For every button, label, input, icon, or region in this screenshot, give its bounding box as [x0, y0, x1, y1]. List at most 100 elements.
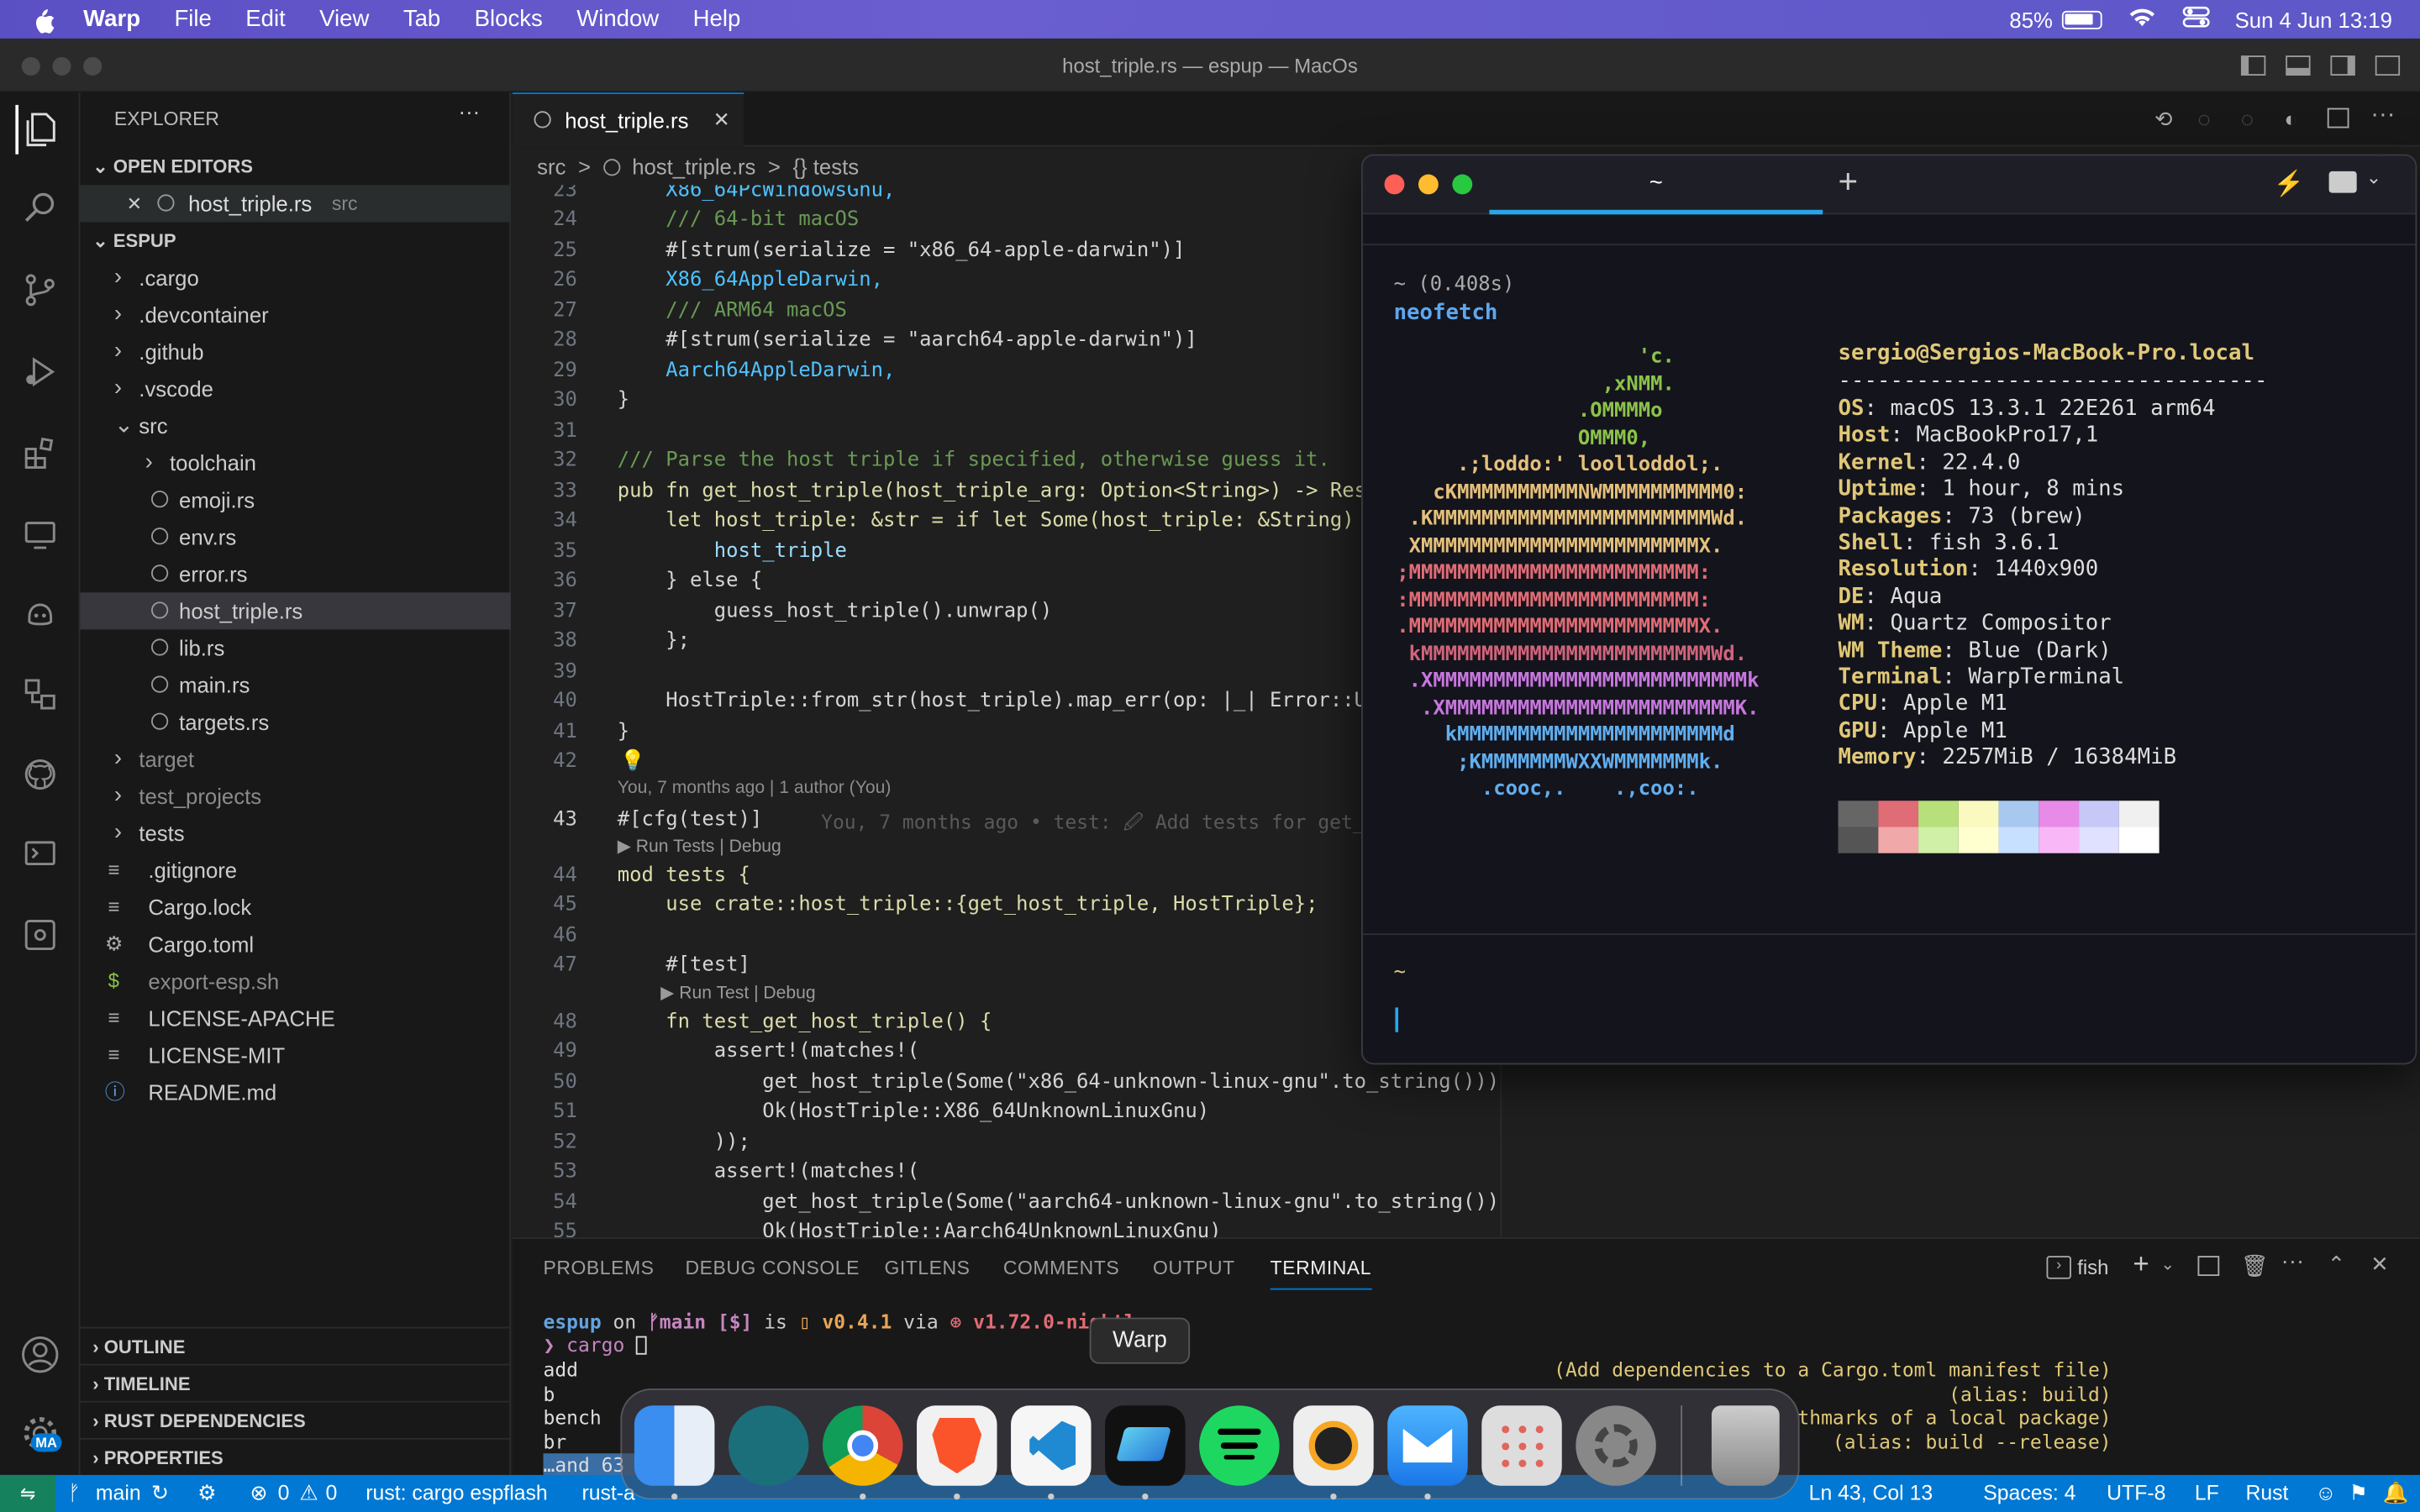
- line-ending[interactable]: LF: [2195, 1475, 2219, 1512]
- mail-icon[interactable]: [1387, 1405, 1468, 1486]
- cursor-position[interactable]: Ln 43, Col 13: [1809, 1475, 1933, 1512]
- warp-new-tab-button[interactable]: +: [1839, 162, 1859, 202]
- errors-icon[interactable]: ⊗: [250, 1475, 268, 1512]
- maximize-panel-icon[interactable]: ⌃: [2328, 1252, 2346, 1278]
- tab-comments[interactable]: COMMENTS: [1003, 1257, 1119, 1279]
- layout-toggle-panel-icon[interactable]: [2286, 55, 2311, 76]
- layout-toggle-secondary-icon[interactable]: [2330, 55, 2355, 76]
- close-window-button[interactable]: [21, 56, 40, 76]
- tree-item-src[interactable]: ⌄ src: [81, 407, 511, 444]
- warp-zoom-button[interactable]: [1452, 174, 1473, 195]
- prev-change-icon[interactable]: ◌: [2198, 107, 2211, 131]
- code-editor[interactable]: 23 X86_64PcWindowsGnu, 24 /// 64-bit macO…: [512, 185, 1501, 1238]
- compare-icon[interactable]: ◐: [2284, 107, 2297, 131]
- tree-item-license-apache[interactable]: ≡ LICENSE-APACHE: [81, 1000, 511, 1037]
- completion-item[interactable]: add: [544, 1357, 683, 1381]
- terminal-shell-name[interactable]: fish: [2077, 1256, 2108, 1279]
- remote-indicator-icon[interactable]: ⇋: [0, 1474, 56, 1512]
- tree-item-test-projects[interactable]: › test_projects: [81, 778, 511, 815]
- git-branch[interactable]: main: [96, 1475, 141, 1512]
- account-icon[interactable]: [15, 1330, 65, 1379]
- control-center-icon[interactable]: [2182, 6, 2210, 32]
- tab-debug-console[interactable]: DEBUG CONSOLE: [686, 1257, 860, 1279]
- timeline-section[interactable]: › TIMELINE: [80, 1363, 511, 1401]
- run-debug-icon[interactable]: [15, 347, 65, 396]
- menu-tab[interactable]: Tab: [403, 6, 440, 32]
- notifications-icon[interactable]: 🔔: [2383, 1475, 2409, 1512]
- tree-item--devcontainer[interactable]: › .devcontainer: [81, 297, 511, 333]
- extensions-icon[interactable]: [15, 429, 65, 479]
- chrome-icon[interactable]: [822, 1405, 903, 1486]
- language-mode[interactable]: Rust: [2245, 1475, 2288, 1512]
- tab-terminal[interactable]: TERMINAL: [1270, 1257, 1372, 1290]
- battery-icon[interactable]: [2061, 9, 2102, 29]
- open-editor-item[interactable]: ✕ host_triple.rs src: [80, 185, 511, 223]
- customize-layout-icon[interactable]: [2375, 55, 2401, 76]
- minimize-window-button[interactable]: [52, 56, 71, 76]
- properties-section[interactable]: › PROPERTIES: [80, 1437, 511, 1475]
- tree-item-tests[interactable]: › tests: [81, 815, 511, 852]
- warp-close-button[interactable]: [1384, 174, 1405, 195]
- menu-blocks[interactable]: Blocks: [475, 6, 543, 32]
- brave-icon[interactable]: [917, 1405, 997, 1486]
- open-changes-icon[interactable]: ⟲: [2154, 107, 2173, 133]
- breadcrumb-file[interactable]: host_triple.rs: [632, 155, 755, 179]
- explorer-icon[interactable]: [15, 104, 65, 155]
- more-icon[interactable]: ···: [2281, 1248, 2305, 1274]
- tree-item-error-rs[interactable]: error.rs: [81, 555, 511, 592]
- menu-file[interactable]: File: [174, 6, 211, 32]
- app-icon[interactable]: [1293, 1405, 1374, 1486]
- menu-view[interactable]: View: [319, 6, 369, 32]
- new-terminal-icon[interactable]: +: [2133, 1248, 2149, 1281]
- warp-panel-icon[interactable]: [2328, 171, 2357, 193]
- split-terminal-icon[interactable]: [2197, 1256, 2220, 1276]
- tree-item-env-rs[interactable]: env.rs: [81, 518, 511, 555]
- clock[interactable]: Sun 4 Jun 13:19: [2235, 7, 2392, 31]
- close-icon[interactable]: ✕: [127, 185, 142, 222]
- trash-icon[interactable]: [1711, 1405, 1780, 1486]
- gitkraken-icon[interactable]: [728, 1405, 809, 1486]
- tree-item--gitignore[interactable]: ≡ .gitignore: [81, 852, 511, 889]
- containers-icon[interactable]: [15, 669, 65, 719]
- esp-idf-icon[interactable]: [15, 911, 65, 960]
- wifi-icon[interactable]: [2127, 6, 2158, 32]
- feedback-icon[interactable]: ⚑: [2349, 1475, 2368, 1512]
- rust-cargo-status[interactable]: rust: cargo espflash: [366, 1475, 547, 1512]
- tab-output[interactable]: OUTPUT: [1153, 1257, 1235, 1279]
- breadcrumb-src[interactable]: src: [537, 155, 566, 179]
- breadcrumb-symbol[interactable]: {} tests: [792, 155, 859, 179]
- terminal-input[interactable]: ❯ cargo: [544, 1333, 647, 1356]
- tree-item-toolchain[interactable]: › toolchain: [81, 444, 511, 481]
- codelens-run-tests[interactable]: ▶ Run Tests | Debug: [618, 835, 781, 856]
- github-icon[interactable]: [15, 750, 65, 800]
- tab-host-triple[interactable]: host_triple.rs ✕: [512, 92, 744, 147]
- tree-item--github[interactable]: › .github: [81, 333, 511, 370]
- tree-item-emoji-rs[interactable]: emoji.rs: [81, 481, 511, 518]
- outline-section[interactable]: › OUTLINE: [80, 1326, 511, 1364]
- menu-window[interactable]: Window: [576, 6, 659, 32]
- layout-toggle-sidebar-icon[interactable]: [2240, 55, 2266, 76]
- copilot-icon[interactable]: [15, 590, 65, 639]
- system-settings-icon[interactable]: [1576, 1405, 1656, 1486]
- open-editors-section[interactable]: ⌄ OPEN EDITORS: [81, 148, 511, 185]
- warp-ai-bolt-icon[interactable]: ⚡: [2274, 168, 2305, 199]
- split-editor-icon[interactable]: [2327, 108, 2349, 129]
- tree-item-export-esp-sh[interactable]: $ export-esp.sh: [81, 963, 511, 1000]
- menu-help[interactable]: Help: [693, 6, 741, 32]
- remote-window-icon[interactable]: [15, 830, 65, 879]
- explorer-more-icon[interactable]: ···: [459, 99, 481, 123]
- tab-close-icon[interactable]: ✕: [713, 94, 730, 146]
- menu-edit[interactable]: Edit: [245, 6, 285, 32]
- tab-gitlens[interactable]: GITLENS: [884, 1257, 970, 1279]
- zoom-window-button[interactable]: [83, 56, 103, 76]
- finder-icon[interactable]: [634, 1405, 715, 1486]
- sync-icon[interactable]: ↻: [151, 1475, 169, 1512]
- warp-input-cursor[interactable]: [1395, 1007, 1399, 1032]
- tree-item-targets-rs[interactable]: targets.rs: [81, 704, 511, 741]
- more-actions-icon[interactable]: ···: [2370, 102, 2395, 129]
- rust-dependencies-section[interactable]: › RUST DEPENDENCIES: [80, 1400, 511, 1438]
- project-section[interactable]: ⌄ ESPUP: [81, 222, 511, 259]
- tree-item-readme-md[interactable]: ⓘ README.md: [81, 1074, 511, 1110]
- menu-app-warp[interactable]: Warp: [83, 6, 140, 32]
- tree-item-license-mit[interactable]: ≡ LICENSE-MIT: [81, 1037, 511, 1074]
